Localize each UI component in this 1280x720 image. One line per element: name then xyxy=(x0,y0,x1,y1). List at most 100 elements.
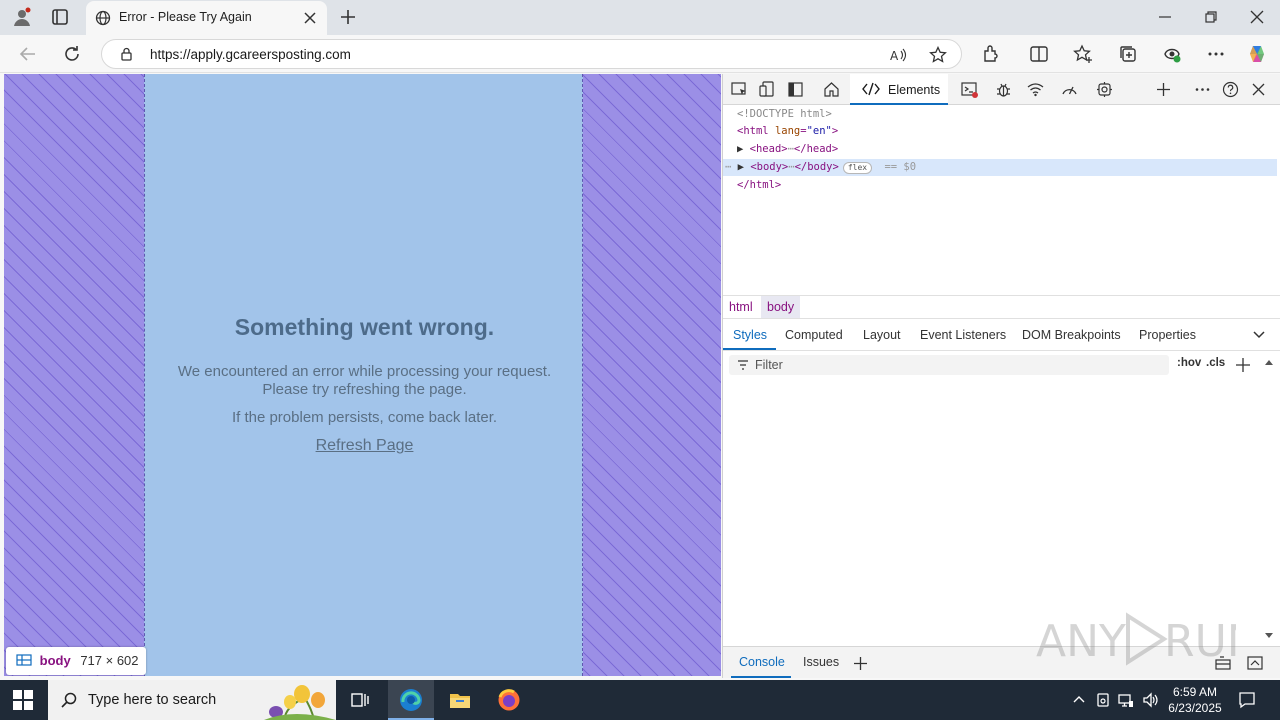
notification-icon[interactable] xyxy=(1238,691,1256,709)
device-emulation-icon[interactable] xyxy=(759,81,776,98)
error-persist-text: If the problem persists, come back later… xyxy=(231,409,498,426)
home-icon[interactable] xyxy=(823,81,840,98)
network-wifi-icon[interactable] xyxy=(1027,81,1044,98)
copilot-icon[interactable] xyxy=(1247,44,1267,64)
selected-marker: == $0 xyxy=(884,161,917,173)
url-text[interactable]: https://apply.gcareersposting.com xyxy=(150,47,351,62)
dom-doctype[interactable]: <!DOCTYPE html> xyxy=(737,106,832,123)
tab-layout[interactable]: Layout xyxy=(863,328,901,342)
tab-properties[interactable]: Properties xyxy=(1139,328,1196,342)
firefox-icon[interactable] xyxy=(497,688,521,712)
windows-start-icon[interactable] xyxy=(13,690,33,710)
bug-icon[interactable] xyxy=(995,81,1012,98)
add-drawer-tab-icon[interactable] xyxy=(853,656,868,671)
inspect-tag: body xyxy=(39,653,71,668)
performance-icon[interactable] xyxy=(1061,81,1078,98)
head-close-tag: </head> xyxy=(793,143,839,155)
device-icon[interactable] xyxy=(1095,692,1111,708)
lock-icon[interactable] xyxy=(119,47,134,62)
body-open-tag: <body> xyxy=(750,161,789,173)
head-open-tag: <head> xyxy=(749,143,788,155)
task-view-icon[interactable] xyxy=(348,688,372,712)
close-drawer-icon[interactable] xyxy=(1247,656,1263,670)
tab-dom-breakpoints[interactable]: DOM Breakpoints xyxy=(1022,328,1121,342)
volume-icon[interactable] xyxy=(1142,692,1158,708)
help-icon[interactable] xyxy=(1222,81,1239,98)
navigation-toolbar: https://apply.gcareersposting.com A xyxy=(0,35,1280,73)
more-icon[interactable] xyxy=(1206,44,1226,64)
hov-toggle[interactable]: :hov xyxy=(1177,357,1201,369)
close-devtools-icon[interactable] xyxy=(1250,81,1267,98)
page-viewport: Something went wrong. We encountered an … xyxy=(4,74,721,676)
drawer-tab-console[interactable]: Console xyxy=(739,655,785,669)
expand-triangle-icon[interactable]: ▶ xyxy=(738,161,744,173)
cls-toggle[interactable]: .cls xyxy=(1206,357,1225,369)
inspect-element-icon[interactable] xyxy=(731,81,748,98)
html-attr-name: lang xyxy=(774,125,801,137)
back-icon[interactable] xyxy=(18,44,38,64)
tab-elements-label: Elements xyxy=(888,83,941,97)
file-explorer-icon[interactable] xyxy=(448,688,472,712)
doctype-text: <!DOCTYPE html> xyxy=(737,108,832,120)
inspect-dimensions: 717 × 602 xyxy=(80,653,139,668)
refresh-page-link[interactable]: Refresh Page xyxy=(145,437,584,455)
breadcrumb-body[interactable]: body xyxy=(761,296,801,318)
plus-icon[interactable] xyxy=(339,8,357,26)
clock-time: 6:59 AM xyxy=(1172,685,1218,699)
address-bar[interactable]: https://apply.gcareersposting.com A xyxy=(101,39,962,69)
taskbar-search-box[interactable]: Type here to search xyxy=(48,680,336,720)
dom-html-close[interactable]: </html> xyxy=(737,177,781,194)
error-container: Something went wrong. We encountered an … xyxy=(144,74,583,676)
more-options-icon[interactable] xyxy=(1194,81,1211,98)
flex-badge[interactable]: flex xyxy=(842,162,873,174)
expand-triangle-icon[interactable]: ▶ xyxy=(737,143,743,155)
network-icon[interactable] xyxy=(1118,692,1134,708)
tab-event-listeners[interactable]: Event Listeners xyxy=(920,328,1006,342)
tab-styles[interactable]: Styles xyxy=(733,328,767,342)
search-icon xyxy=(61,692,77,708)
add-panel-icon[interactable] xyxy=(1155,81,1172,98)
close-window-icon[interactable] xyxy=(1249,9,1265,25)
dom-body-node[interactable]: ⋯ ▶ <body>⋯</body> flex == $0 xyxy=(725,159,916,176)
error-message-line2: Please try refreshing the page. xyxy=(262,381,467,398)
drawer-tab-issues[interactable]: Issues xyxy=(803,655,839,669)
inspect-tooltip: body 717 × 602 xyxy=(6,647,146,675)
collections-icon[interactable] xyxy=(1118,44,1138,64)
styles-subtabs: Styles Computed Layout Event Listeners D… xyxy=(723,321,1280,351)
dock-side-icon[interactable] xyxy=(787,81,804,98)
styles-scrollbar[interactable] xyxy=(1261,357,1277,641)
tab-strip: Error - Please Try Again xyxy=(0,0,1280,35)
styles-filter-input[interactable]: Filter xyxy=(729,355,1169,375)
close-icon[interactable] xyxy=(303,11,317,25)
split-screen-icon[interactable] xyxy=(1029,44,1049,64)
restore-icon[interactable] xyxy=(1203,9,1219,25)
profile-icon[interactable] xyxy=(12,7,32,27)
edge-browser-icon[interactable] xyxy=(399,688,423,712)
tab-computed[interactable]: Computed xyxy=(785,328,843,342)
html-attr-value: "en" xyxy=(806,125,832,137)
favorite-star-icon[interactable] xyxy=(929,46,947,64)
tab-title: Error - Please Try Again xyxy=(119,10,252,24)
dom-head-node[interactable]: ▶ <head>⋯</head> xyxy=(737,141,838,158)
chevron-up-icon[interactable] xyxy=(1071,692,1087,708)
refresh-icon[interactable] xyxy=(62,44,82,64)
active-tab[interactable]: Error - Please Try Again xyxy=(86,1,327,35)
dom-html-open[interactable]: <html lang="en"> xyxy=(737,123,838,140)
chevron-down-icon[interactable] xyxy=(1252,330,1266,340)
filter-icon xyxy=(738,360,748,370)
browser-essentials-icon[interactable] xyxy=(1162,44,1182,64)
search-highlight-art-icon xyxy=(264,685,336,720)
minimize-icon[interactable] xyxy=(1157,9,1173,25)
read-aloud-icon[interactable]: A xyxy=(889,46,907,64)
console-panel-icon[interactable] xyxy=(961,81,978,98)
tab-elements[interactable]: Elements xyxy=(850,74,948,105)
code-icon xyxy=(862,82,880,96)
extensions-icon[interactable] xyxy=(981,44,1001,64)
new-style-rule-icon[interactable] xyxy=(1235,357,1251,373)
favorites-icon[interactable] xyxy=(1073,44,1093,64)
tab-actions-icon[interactable] xyxy=(51,8,69,26)
system-clock[interactable]: 6:59 AM 6/23/2025 xyxy=(1165,684,1225,716)
breadcrumb-html[interactable]: html xyxy=(723,296,759,318)
row-options-ellipsis[interactable]: ⋯ xyxy=(725,161,731,173)
settings-gear-icon[interactable] xyxy=(1096,81,1113,98)
